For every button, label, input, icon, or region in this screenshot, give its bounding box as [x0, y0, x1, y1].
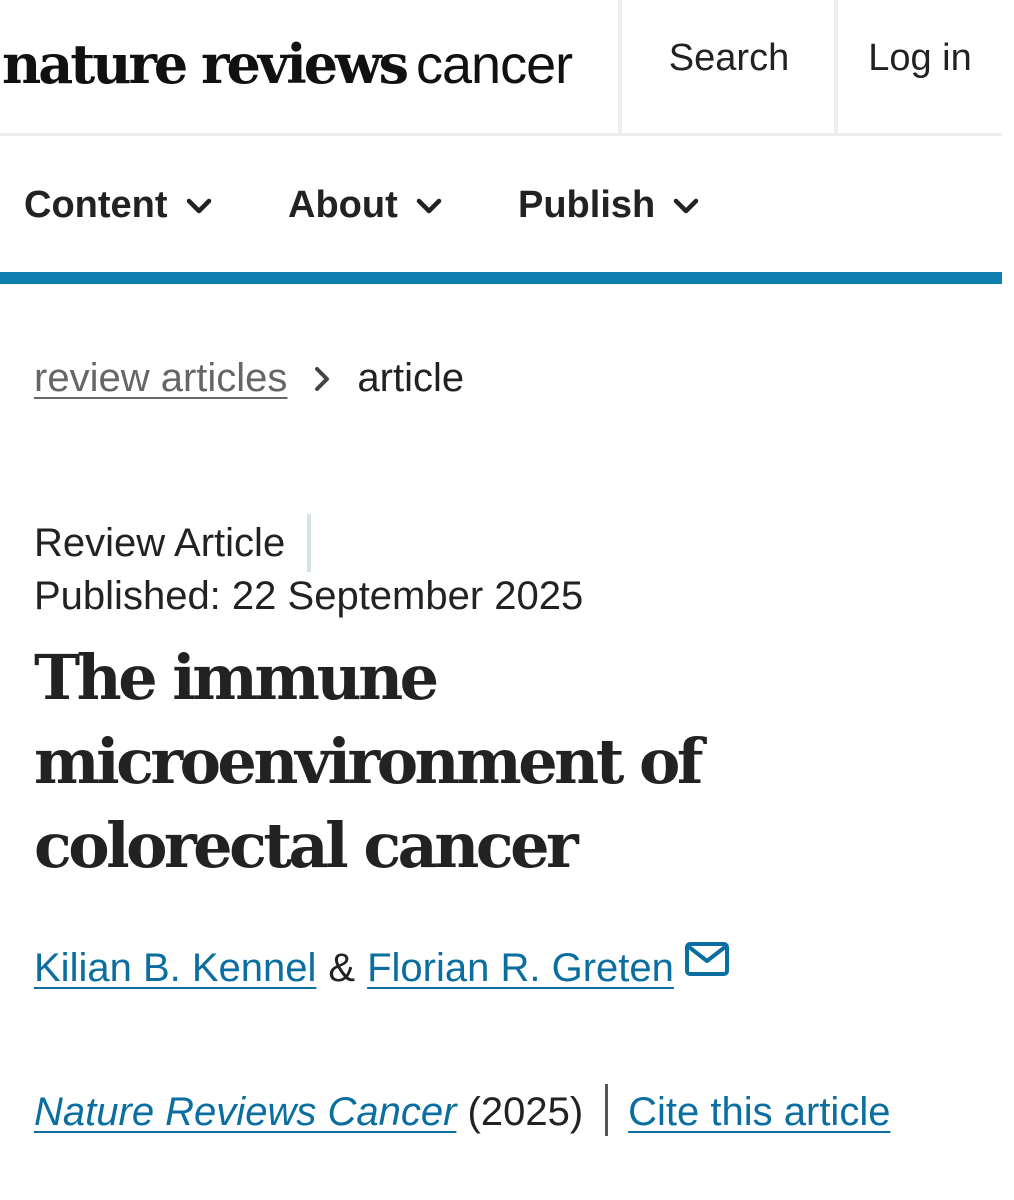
mail-icon[interactable] — [684, 941, 730, 977]
login-button[interactable]: Log in — [834, 0, 1002, 133]
breadcrumb-review-articles-link[interactable]: review articles — [34, 356, 287, 401]
search-button[interactable]: Search — [618, 0, 836, 133]
citation-line: Nature Reviews Cancer (2025) Cite this ar… — [34, 1074, 934, 1150]
main-nav: Content About Publish — [0, 136, 1002, 284]
author-link-greten[interactable]: Florian R. Greten — [367, 946, 674, 991]
search-label: Search — [668, 37, 790, 79]
nav-publish-label: Publish — [518, 184, 656, 226]
breadcrumb-current: article — [357, 356, 465, 400]
published-date: Published: 22 September 2025 — [34, 574, 584, 618]
article-type: Review Article — [34, 514, 312, 572]
chevron-down-icon — [673, 198, 699, 213]
login-label: Log in — [868, 37, 972, 79]
author-link-kennel[interactable]: Kilian B. Kennel — [34, 946, 316, 991]
nav-about-menu[interactable]: About — [288, 184, 442, 227]
article-type-label: Review Article — [34, 520, 286, 565]
chevron-down-icon — [186, 198, 211, 213]
divider — [307, 514, 312, 572]
journal-logo[interactable]: nature reviews cancer — [2, 32, 573, 96]
author-list: Kilian B. Kennel & Florian R. Greten — [34, 941, 730, 991]
site-header: nature reviews cancer Search Log in — [0, 0, 1002, 136]
chevron-right-icon — [313, 365, 331, 393]
nav-content-label: Content — [24, 184, 168, 226]
article-title: The immune microenvironment of colorecta… — [34, 641, 704, 882]
chevron-down-icon — [416, 198, 441, 213]
divider — [605, 1084, 609, 1137]
journal-link[interactable]: Nature Reviews Cancer — [34, 1090, 456, 1134]
breadcrumb: review articles article — [34, 356, 464, 401]
nav-content-menu[interactable]: Content — [24, 184, 212, 227]
cite-this-article-link[interactable]: Cite this article — [628, 1090, 890, 1134]
publication-year: (2025) — [467, 1090, 584, 1134]
nav-about-label: About — [288, 184, 398, 226]
logo-bold-text: nature reviews — [2, 32, 409, 96]
author-separator: & — [328, 946, 356, 990]
logo-light-text: cancer — [416, 35, 573, 95]
nav-publish-menu[interactable]: Publish — [518, 184, 699, 227]
